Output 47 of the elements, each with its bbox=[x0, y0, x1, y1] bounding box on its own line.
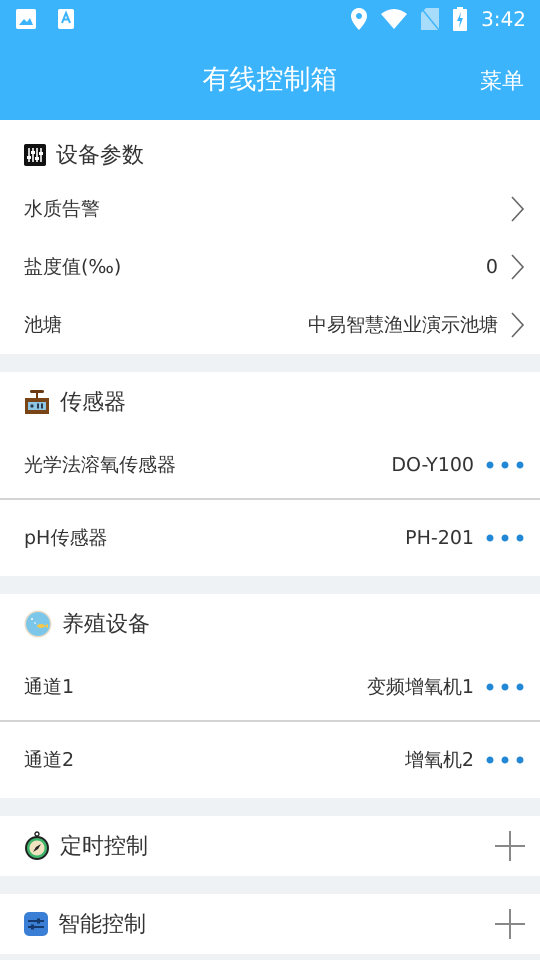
row-label: pH传感器 bbox=[24, 526, 108, 551]
row-value: 中易智慧渔业演示池塘 bbox=[308, 313, 498, 338]
row-value: 增氧机2 bbox=[404, 748, 474, 773]
chevron-right-icon[interactable] bbox=[510, 312, 524, 338]
row-label: 水质告警 bbox=[24, 197, 101, 222]
row-value: 0 bbox=[486, 256, 498, 278]
row-label: 通道1 bbox=[24, 675, 76, 700]
chevron-right-icon[interactable] bbox=[510, 254, 524, 280]
row-label: 池塘 bbox=[24, 313, 63, 338]
row-value: 变频增氧机1 bbox=[366, 675, 474, 700]
add-icon[interactable] bbox=[494, 908, 526, 940]
section-title: 定时控制 bbox=[60, 833, 149, 861]
battery-charging-icon bbox=[453, 7, 468, 31]
compass-icon bbox=[24, 831, 50, 861]
row-value: PH-201 bbox=[405, 527, 474, 549]
clock-time: 3:42 bbox=[481, 7, 526, 31]
list-row[interactable]: pH传感器 PH-201 bbox=[0, 498, 540, 576]
fish-icon bbox=[24, 610, 52, 638]
row-label: 盐度值(‰) bbox=[24, 255, 122, 280]
section-title: 养殖设备 bbox=[62, 611, 151, 639]
more-icon[interactable] bbox=[486, 461, 524, 469]
chevron-right-icon[interactable] bbox=[510, 196, 524, 222]
sliders-icon bbox=[24, 144, 46, 166]
more-icon[interactable] bbox=[486, 534, 524, 542]
row-label: 光学法溶氧传感器 bbox=[24, 453, 177, 478]
page-title: 有线控制箱 bbox=[202, 63, 338, 97]
list-row[interactable]: 通道2 增氧机2 bbox=[0, 720, 540, 798]
list-row[interactable]: 光学法溶氧传感器 DO-Y100 bbox=[0, 432, 540, 498]
list-row[interactable]: 池塘 中易智慧渔业演示池塘 bbox=[0, 296, 540, 354]
row-value: DO-Y100 bbox=[391, 454, 474, 476]
row-label: 通道2 bbox=[24, 748, 76, 773]
radio-icon bbox=[24, 389, 50, 415]
no-sim-icon bbox=[421, 8, 440, 30]
list-row[interactable]: 通道1 变频增氧机1 bbox=[0, 654, 540, 720]
font-icon bbox=[58, 9, 74, 29]
more-icon[interactable] bbox=[486, 683, 524, 691]
more-icon[interactable] bbox=[486, 756, 524, 764]
section-title: 智能控制 bbox=[58, 911, 147, 939]
add-icon[interactable] bbox=[494, 830, 526, 862]
image-icon bbox=[16, 9, 36, 29]
section-title: 设备参数 bbox=[56, 142, 145, 170]
wifi-icon bbox=[381, 9, 408, 29]
location-icon bbox=[351, 8, 368, 30]
list-row[interactable]: 盐度值(‰) 0 bbox=[0, 238, 540, 296]
section-title: 传感器 bbox=[60, 389, 127, 417]
list-row[interactable]: 水质告警 bbox=[0, 180, 540, 238]
switches-icon bbox=[24, 912, 48, 936]
